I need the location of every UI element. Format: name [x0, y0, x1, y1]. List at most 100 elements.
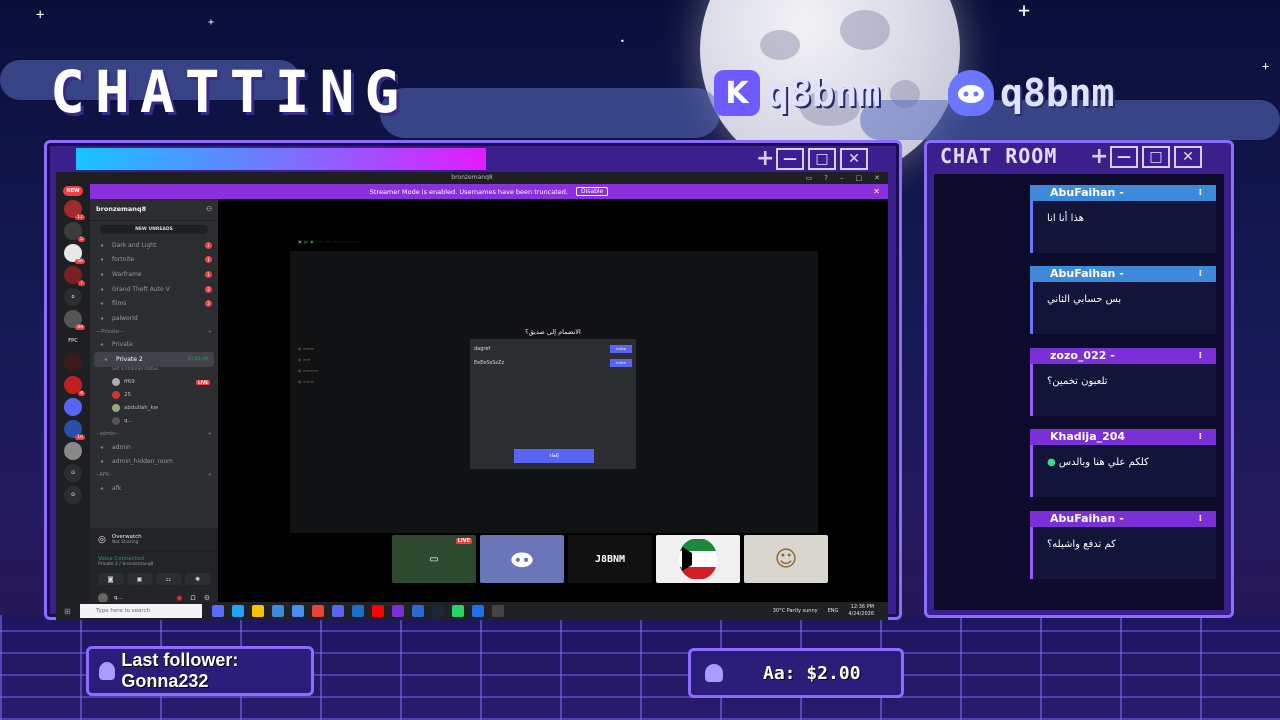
- server-icon[interactable]: 12: [64, 200, 85, 220]
- channel-item[interactable]: ◂ afk: [90, 481, 218, 496]
- guild-header[interactable]: bronzemanq8 ⚇: [90, 199, 218, 221]
- app-icon[interactable]: [492, 605, 504, 617]
- app-icon[interactable]: [212, 605, 224, 617]
- channel-item[interactable]: ◂ films 2: [90, 296, 218, 311]
- channel-item[interactable]: ◂ admin_hidden_room: [90, 454, 218, 469]
- server-icon[interactable]: o: [64, 288, 82, 306]
- server-icon[interactable]: 10: [64, 420, 85, 440]
- add-member-icon[interactable]: ⚇: [206, 205, 212, 214]
- channel-private[interactable]: ◂ Private: [90, 338, 218, 353]
- participant-tile[interactable]: J8BNM: [568, 535, 652, 583]
- channel-status[interactable]: Set a channel status: [90, 367, 218, 376]
- windows-start-icon[interactable]: ⊞: [64, 607, 71, 616]
- close-icon[interactable]: ✕: [873, 187, 880, 196]
- voice-member[interactable]: ff69 LIVE: [90, 376, 218, 389]
- weather-text[interactable]: 30°C Partly sunny: [773, 608, 818, 614]
- settings-gear-icon[interactable]: ⚙: [204, 594, 210, 602]
- star-icon: •: [620, 37, 625, 46]
- invite-button[interactable]: Invite: [610, 359, 632, 367]
- pin-icon: ⁞: [1198, 269, 1202, 279]
- server-icon[interactable]: 89: [64, 310, 85, 330]
- app-icon[interactable]: [352, 605, 364, 617]
- server-icon[interactable]: 7: [64, 266, 85, 286]
- voice-channel-active[interactable]: ◂ Private 2 01:05:49: [94, 352, 214, 367]
- new-unreads-pill[interactable]: NEW UNREADS: [100, 225, 208, 234]
- system-tray: 30°C Partly sunny ENG 12:36 PM 4/24/2026: [773, 604, 874, 618]
- overlay-title: CHATTING: [50, 58, 410, 126]
- join-friend-dialog: الانضمام إلى صديق؟ dagref Invite EeEeSsS…: [470, 328, 636, 469]
- camera-icon[interactable]: ◙: [97, 573, 124, 585]
- voice-member[interactable]: abdullah_kw: [90, 402, 218, 415]
- server-icon[interactable]: 56: [64, 244, 85, 264]
- app-icon[interactable]: [472, 605, 484, 617]
- channel-item[interactable]: ◂ Grand Theft Auto V2: [90, 282, 218, 297]
- server-icon[interactable]: 4: [64, 376, 85, 396]
- channel-item[interactable]: ◂ Dark and Light 1: [90, 238, 218, 253]
- maximize-icon: □: [1142, 146, 1170, 168]
- participant-tile-live[interactable]: ▭ LIVE: [392, 535, 476, 583]
- server-icon[interactable]: ⊙: [64, 464, 82, 482]
- chrome-icon[interactable]: [312, 605, 324, 617]
- server-icon[interactable]: FPC: [64, 332, 82, 350]
- server-icon[interactable]: [64, 442, 82, 460]
- chat-text: كم تدفع واشيله؟: [1030, 527, 1216, 579]
- close-icon[interactable]: ✕: [874, 172, 880, 184]
- clock[interactable]: 12:36 PM 4/24/2026: [848, 604, 874, 618]
- chat-message: Khadija_204 ⁞ كلكم علي هنا وبالدس ●: [1030, 429, 1216, 497]
- speaker-icon: ◂: [100, 341, 104, 349]
- activities-icon[interactable]: ⚏: [155, 573, 182, 585]
- chat-message: AbuFaihan - ⁞ كم تدفع واشيله؟: [1030, 511, 1216, 579]
- help-icon[interactable]: ?: [824, 172, 828, 184]
- lang-indicator[interactable]: ENG: [828, 608, 839, 614]
- app-icon[interactable]: [412, 605, 424, 617]
- overwatch-icon: ◎: [98, 534, 106, 545]
- app-icon[interactable]: [452, 605, 464, 617]
- plus-icon: +: [756, 146, 775, 171]
- headphones-icon[interactable]: Ω: [190, 594, 195, 602]
- mute-icon[interactable]: ◉: [176, 594, 182, 602]
- speaker-icon: ◂: [100, 270, 104, 278]
- youtube-icon[interactable]: [372, 605, 384, 617]
- server-list: NEW 12 5 56 7 o 89 FPC 4 10 ⊙ ⊙: [56, 184, 90, 620]
- voice-member[interactable]: 25: [90, 389, 218, 402]
- pin-icon: ⁞: [1198, 188, 1202, 198]
- server-icon[interactable]: [64, 398, 82, 416]
- category-private[interactable]: ---Private--- +: [90, 326, 218, 338]
- activity-card[interactable]: ◎ Overwatch Not Sharing: [90, 528, 218, 552]
- participant-tile[interactable]: [480, 535, 564, 583]
- channel-item[interactable]: ◂ Warframe 1: [90, 267, 218, 282]
- voice-timer: 01:05:49: [187, 356, 208, 362]
- app-icon[interactable]: [392, 605, 404, 617]
- edge-icon[interactable]: [232, 605, 244, 617]
- participant-tile[interactable]: ☺: [744, 535, 828, 583]
- category-afk[interactable]: --AFK-- +: [90, 469, 218, 481]
- inbox-icon[interactable]: ▭: [806, 172, 813, 184]
- maximize-icon[interactable]: □: [856, 172, 863, 184]
- voice-member[interactable]: q...: [90, 415, 218, 428]
- server-icon[interactable]: [64, 354, 82, 372]
- folder-icon[interactable]: [252, 605, 264, 617]
- channel-item[interactable]: ◂ fortnite 1: [90, 253, 218, 268]
- screen-share-icon[interactable]: ▣: [126, 573, 153, 585]
- taskbar-search-input[interactable]: Type here to search: [80, 604, 202, 618]
- invite-button[interactable]: Invite: [610, 345, 632, 353]
- server-icon[interactable]: ⊙: [64, 486, 82, 504]
- discord-icon[interactable]: [332, 605, 344, 617]
- server-icon[interactable]: 5: [64, 222, 85, 242]
- channel-item[interactable]: ◂ admin: [90, 440, 218, 455]
- soundboard-icon[interactable]: ✺: [184, 573, 211, 585]
- app-icon[interactable]: [292, 605, 304, 617]
- speaker-icon: ◂: [100, 484, 104, 492]
- channel-item[interactable]: ◂ palworld: [90, 311, 218, 326]
- disable-streamer-button[interactable]: Disable: [575, 187, 609, 196]
- kick-handle: K q8bnm: [714, 70, 880, 116]
- app-icon[interactable]: [272, 605, 284, 617]
- discord-handle-text: q8bnm: [1000, 71, 1115, 115]
- cancel-button[interactable]: إلغاء: [514, 449, 594, 463]
- minimize-icon[interactable]: –: [840, 172, 844, 184]
- participant-tile[interactable]: [656, 535, 740, 583]
- steam-icon[interactable]: [432, 605, 444, 617]
- speaker-icon: ◂: [100, 458, 104, 466]
- stream-preview: ▣ ▤ ◉ ···· ···· ···· ···· ···· ● ▬▬▬ ● ▬▬…: [290, 239, 818, 533]
- category-admin[interactable]: --admin-- +: [90, 428, 218, 440]
